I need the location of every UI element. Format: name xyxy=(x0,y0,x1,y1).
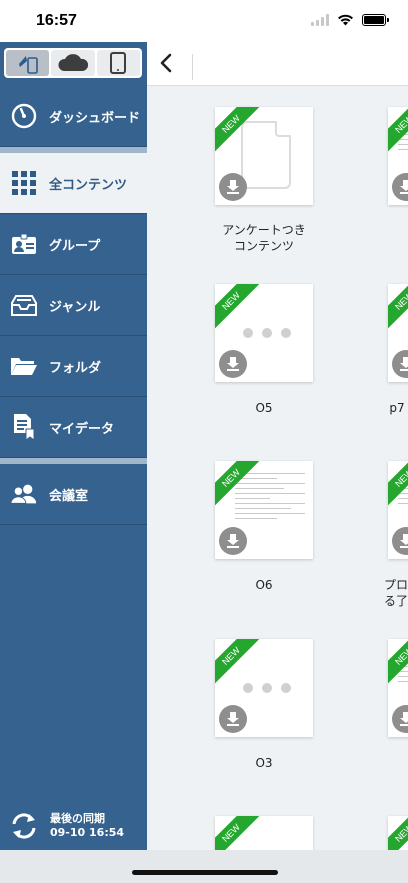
home-indicator[interactable] xyxy=(132,870,278,875)
sidebar-item-label: マイデータ xyxy=(49,421,115,437)
content-thumbnail[interactable]: NEW xyxy=(388,639,408,737)
status-time: 16:57 xyxy=(36,12,77,29)
status-bar: 16:57 xyxy=(0,0,408,42)
sidebar-item-dashboard[interactable]: ダッシュボード xyxy=(0,86,147,147)
sidebar-item-label: ジャンル xyxy=(49,299,101,315)
download-icon xyxy=(400,357,408,371)
segment-device-sync[interactable] xyxy=(6,50,50,76)
group-badge-icon xyxy=(10,230,38,258)
toolbar-separator xyxy=(192,54,193,80)
content-thumbnail[interactable]: NEW xyxy=(215,461,313,559)
content-title[interactable]: O3 xyxy=(204,755,324,771)
sidebar-nav: ダッシュボード 全コンテンツ グループ ジャンル フォルダ マイデータ 会議室 xyxy=(0,86,147,525)
tray-icon xyxy=(10,291,38,319)
meeting-room-icon xyxy=(10,480,38,508)
status-icons xyxy=(311,14,389,26)
download-icon xyxy=(227,357,239,371)
device-sync-icon xyxy=(18,56,38,74)
download-icon xyxy=(400,534,408,548)
new-badge: NEW xyxy=(388,816,408,850)
content-title[interactable]: O5 xyxy=(204,400,324,416)
new-badge: NEW xyxy=(215,639,265,690)
sync-status[interactable]: 最後の同期 09-10 16:54 xyxy=(10,812,124,840)
sidebar-item-meeting-room[interactable]: 会議室 xyxy=(0,464,147,525)
download-button[interactable] xyxy=(392,350,408,378)
grid-icon xyxy=(10,169,38,197)
tablet-icon xyxy=(110,52,127,74)
download-icon xyxy=(400,180,408,194)
segment-cloud[interactable] xyxy=(51,50,95,76)
my-data-icon xyxy=(10,413,38,441)
cellular-signal-icon xyxy=(311,14,329,26)
content-thumbnail[interactable]: NEW xyxy=(215,284,313,382)
battery-icon xyxy=(362,14,389,26)
download-button[interactable] xyxy=(219,350,247,378)
wifi-icon xyxy=(338,14,353,26)
download-icon xyxy=(227,534,239,548)
dashboard-gauge-icon xyxy=(10,102,38,130)
download-button[interactable] xyxy=(392,173,408,201)
sidebar-item-label: グループ xyxy=(49,238,101,254)
sidebar-item-folder[interactable]: フォルダ xyxy=(0,336,147,397)
content-thumbnail[interactable]: NEW xyxy=(215,816,313,850)
sidebar-item-label: フォルダ xyxy=(49,360,102,376)
download-icon xyxy=(227,180,239,194)
content-thumbnail[interactable]: NEW xyxy=(388,816,408,850)
content-title[interactable]: p7 xyxy=(337,400,408,416)
new-badge: NEW xyxy=(215,816,265,850)
download-icon xyxy=(400,712,408,726)
folder-icon xyxy=(10,352,38,380)
new-badge: NEW xyxy=(215,284,265,335)
content-title[interactable]: プロ る了 xyxy=(343,577,408,609)
content-thumbnail[interactable]: NEW xyxy=(388,461,408,559)
download-button[interactable] xyxy=(219,173,247,201)
source-segmented-control xyxy=(4,48,142,78)
new-badge: NEW xyxy=(388,284,408,335)
segment-tablet[interactable] xyxy=(96,50,140,76)
sidebar-item-all-contents[interactable]: 全コンテンツ xyxy=(0,153,147,214)
sidebar-item-label: 全コンテンツ xyxy=(49,177,128,193)
loading-dots xyxy=(243,328,291,338)
sync-title: 最後の同期 xyxy=(50,812,105,825)
download-button[interactable] xyxy=(219,527,247,555)
cloud-icon xyxy=(58,54,89,71)
download-button[interactable] xyxy=(392,705,408,733)
sync-icon xyxy=(12,813,36,839)
download-button[interactable] xyxy=(392,527,408,555)
back-button[interactable] xyxy=(155,52,177,74)
sidebar: ダッシュボード 全コンテンツ グループ ジャンル フォルダ マイデータ 会議室 … xyxy=(0,42,147,850)
content-thumbnail[interactable]: NEW xyxy=(215,107,313,205)
document-preview xyxy=(235,473,305,523)
content-thumbnail[interactable]: NEW xyxy=(388,284,408,382)
content-thumbnail[interactable]: NEW xyxy=(215,639,313,737)
sidebar-item-label: ダッシュボード xyxy=(49,110,141,126)
sync-datetime: 09-10 16:54 xyxy=(50,826,125,839)
sidebar-item-label: 会議室 xyxy=(49,488,89,504)
home-indicator-area xyxy=(0,850,408,883)
blank-document-icon xyxy=(241,121,291,189)
download-button[interactable] xyxy=(219,705,247,733)
content-title[interactable]: アンケートつき コンテンツ xyxy=(204,222,324,254)
loading-dots xyxy=(243,683,291,693)
content-toolbar xyxy=(147,42,408,86)
content-grid: NEW アンケートつき コンテンツ NEW NEW O5 NEW p7 NEW … xyxy=(147,86,408,850)
content-title[interactable]: O6 xyxy=(204,577,324,593)
content-thumbnail[interactable]: NEW xyxy=(388,107,408,205)
download-icon xyxy=(227,712,239,726)
chevron-left-icon xyxy=(160,53,172,73)
sidebar-item-genre[interactable]: ジャンル xyxy=(0,275,147,336)
sidebar-item-group[interactable]: グループ xyxy=(0,214,147,275)
sidebar-item-my-data[interactable]: マイデータ xyxy=(0,397,147,458)
